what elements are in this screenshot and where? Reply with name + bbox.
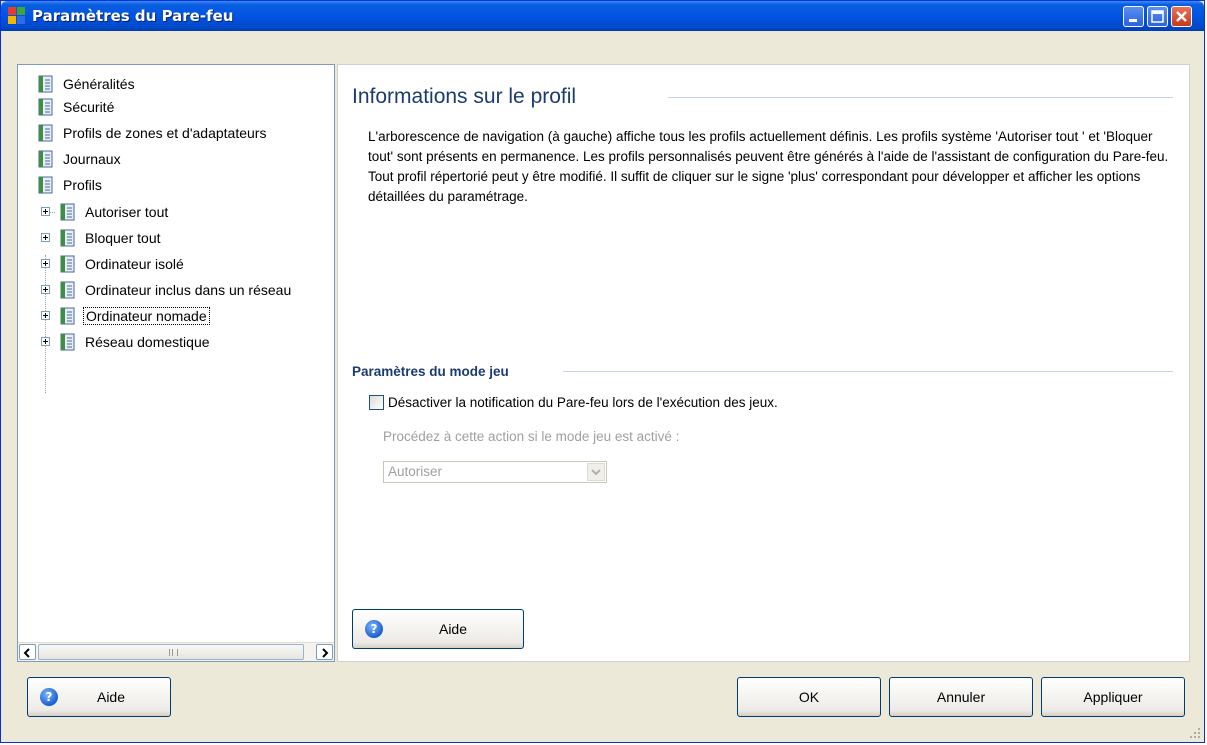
document-icon (38, 176, 53, 194)
tree-item-ordinateur-reseau[interactable]: Ordinateur inclus dans un réseau (60, 280, 293, 300)
game-mode-action-select[interactable]: Autoriser (383, 461, 607, 483)
select-value: Autoriser (388, 464, 443, 479)
game-mode-action-label: Procédez à cette action si le mode jeu e… (383, 429, 680, 444)
tree-item-journaux[interactable]: Journaux (38, 149, 123, 169)
tree-item-ordinateur-isole[interactable]: Ordinateur isolé (60, 254, 186, 274)
maximize-icon (1151, 10, 1164, 23)
expand-toggle[interactable] (41, 285, 50, 294)
document-icon (60, 203, 75, 221)
tree-item-autoriser-tout[interactable]: Autoriser tout (60, 202, 170, 222)
expand-toggle[interactable] (41, 337, 50, 346)
game-mode-checkbox-label: Désactiver la notification du Pare-feu l… (388, 395, 778, 410)
scroll-left-button[interactable] (19, 644, 36, 660)
minimize-icon (1129, 19, 1137, 22)
scroll-thumb[interactable] (38, 644, 304, 660)
tree-item-ordinateur-nomade[interactable]: Ordinateur nomade (60, 306, 210, 326)
ok-button-label: OK (798, 689, 820, 705)
title-divider (668, 97, 1173, 98)
tree-item-generalites[interactable]: Généralités (38, 74, 137, 94)
firewall-settings-window: Paramètres du Pare-feu Généralités Sécur… (0, 0, 1205, 743)
help-button-label: Aide (438, 621, 468, 637)
expand-toggle[interactable] (41, 233, 50, 242)
tree-item-label: Sécurité (63, 99, 115, 115)
apply-button-label: Appliquer (1083, 689, 1143, 705)
avg-app-icon (8, 7, 25, 24)
document-icon (38, 124, 53, 142)
tree-item-label: Ordinateur inclus dans un réseau (85, 282, 292, 298)
tree-item-label: Généralités (63, 76, 135, 92)
navigation-tree[interactable]: Généralités Sécurité Profils de zones et… (17, 64, 335, 662)
close-button[interactable] (1171, 6, 1192, 27)
document-icon (60, 281, 75, 299)
chevron-down-icon (591, 469, 601, 476)
content-panel: Informations sur le profil L'arborescenc… (337, 64, 1190, 662)
profile-description: L'arborescence de navigation (à gauche) … (368, 129, 1169, 204)
expand-toggle[interactable] (41, 311, 50, 320)
tree-item-profils-zones[interactable]: Profils de zones et d'adaptateurs (38, 123, 268, 143)
document-icon (38, 75, 53, 93)
arrow-left-icon (23, 648, 30, 658)
scroll-right-button[interactable] (316, 644, 333, 660)
tree-item-label: Profils (63, 177, 102, 193)
tree-connector (45, 255, 46, 393)
tree-item-label: Ordinateur isolé (85, 256, 184, 272)
tree-item-label: Profils de zones et d'adaptateurs (63, 125, 267, 141)
document-icon (60, 229, 75, 247)
arrow-right-icon (322, 648, 329, 658)
game-mode-checkbox-row[interactable]: Désactiver la notification du Pare-feu l… (369, 395, 778, 410)
tree-item-label: Ordinateur nomade (83, 307, 210, 325)
expand-toggle[interactable] (41, 207, 50, 216)
apply-button[interactable]: Appliquer (1041, 677, 1185, 717)
help-button-label: Aide (96, 689, 126, 705)
game-mode-checkbox[interactable] (369, 395, 384, 410)
content-help-button[interactable]: ? Aide (352, 609, 524, 649)
resize-grip-icon[interactable] (1189, 727, 1201, 739)
title-bar[interactable]: Paramètres du Pare-feu (1, 1, 1204, 31)
cancel-button[interactable]: Annuler (889, 677, 1033, 717)
help-icon: ? (365, 620, 383, 638)
close-icon (1176, 11, 1187, 22)
tree-item-label: Réseau domestique (85, 334, 210, 350)
document-icon (60, 307, 75, 325)
document-icon (60, 333, 75, 351)
cancel-button-label: Annuler (936, 689, 986, 705)
minimize-button[interactable] (1123, 6, 1144, 27)
expand-toggle[interactable] (41, 259, 50, 268)
game-mode-heading: Paramètres du mode jeu (352, 364, 509, 379)
tree-item-securite[interactable]: Sécurité (38, 97, 116, 117)
scroll-grip-icon (169, 649, 178, 656)
maximize-button[interactable] (1147, 6, 1168, 27)
horizontal-scrollbar[interactable] (18, 642, 334, 661)
tree-item-profils[interactable]: Profils (38, 175, 104, 195)
game-mode-divider (563, 371, 1173, 372)
tree-item-label: Autoriser tout (85, 204, 169, 220)
page-title: Informations sur le profil (352, 85, 577, 108)
tree-item-bloquer-tout[interactable]: Bloquer tout (60, 228, 163, 248)
tree-item-label: Bloquer tout (85, 230, 161, 246)
window-title: Paramètres du Pare-feu (32, 7, 234, 25)
help-button[interactable]: ? Aide (27, 677, 171, 717)
document-icon (60, 255, 75, 273)
tree-item-label: Journaux (63, 151, 121, 167)
dropdown-button[interactable] (587, 463, 605, 481)
document-icon (38, 98, 53, 116)
document-icon (38, 150, 53, 168)
ok-button[interactable]: OK (737, 677, 881, 717)
tree-item-reseau-domestique[interactable]: Réseau domestique (60, 332, 212, 352)
